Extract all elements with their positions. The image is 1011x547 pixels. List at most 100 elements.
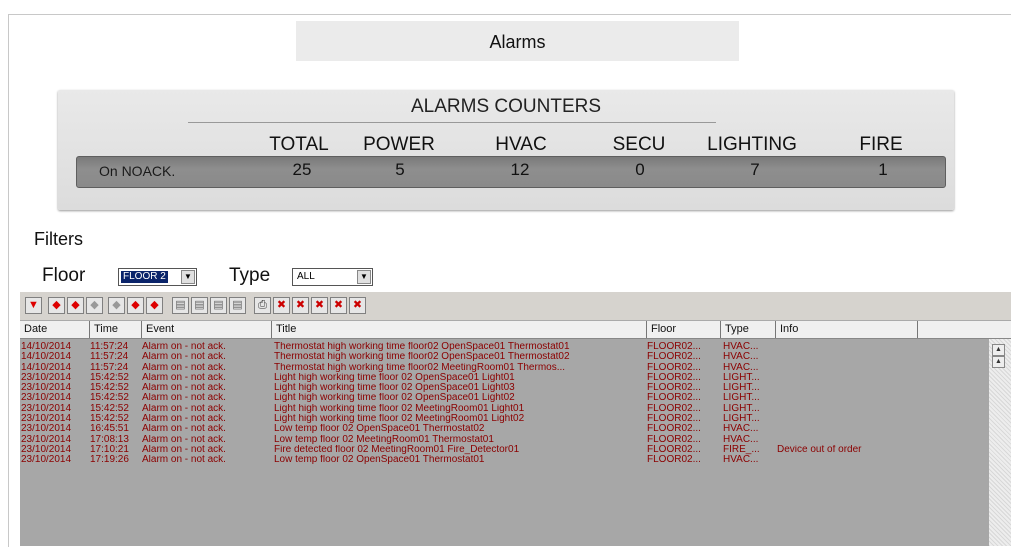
table-row[interactable]: 23/10/2014 17:08:13 Alarm on - not ack. Low… bbox=[20, 435, 990, 445]
cell-type: HVAC... bbox=[723, 352, 759, 363]
cell-time: 17:19:26 bbox=[90, 455, 129, 466]
cell-time: 11:57:24 bbox=[90, 352, 129, 363]
cell-time: 15:42:52 bbox=[90, 372, 129, 383]
cell-type: LIGHT... bbox=[723, 403, 760, 414]
cell-time: 15:42:52 bbox=[90, 393, 129, 404]
type-select[interactable]: ALL ▼ bbox=[292, 268, 373, 286]
cell-event: Alarm on - not ack. bbox=[142, 362, 226, 373]
cell-floor: FLOOR02... bbox=[647, 414, 701, 425]
cell-time: 15:42:52 bbox=[90, 403, 129, 414]
cell-title: Low temp floor 02 MeetingRoom01 Thermost… bbox=[274, 434, 494, 445]
alarm-info-icon[interactable]: ◆ bbox=[108, 297, 125, 314]
alarm-notify-icon[interactable]: ◆ bbox=[127, 297, 144, 314]
cell-time: 11:57:24 bbox=[90, 342, 129, 352]
cell-event: Alarm on - not ack. bbox=[142, 383, 226, 394]
header-type[interactable]: Type bbox=[721, 321, 776, 338]
cell-time: 17:10:21 bbox=[90, 444, 129, 455]
cell-date: 14/10/2014 bbox=[21, 342, 72, 352]
alarm-clear-icon[interactable]: ◆ bbox=[86, 297, 103, 314]
col-lighting: LIGHTING bbox=[707, 134, 797, 155]
cell-date: 23/10/2014 bbox=[21, 444, 72, 455]
chart-icon[interactable]: ▤ bbox=[172, 297, 189, 314]
scroll-up-icon[interactable]: ▲ bbox=[992, 344, 1005, 356]
close-selected-icon[interactable]: ✖ bbox=[311, 297, 328, 314]
table-row[interactable]: 23/10/2014 15:42:52 Alarm on - not ack. Lig… bbox=[20, 383, 990, 393]
count-hvac: 12 bbox=[510, 160, 530, 179]
col-secu: SECU bbox=[612, 134, 666, 155]
table-row[interactable]: 23/10/2014 15:42:52 Alarm on - not ack. Lig… bbox=[20, 373, 990, 383]
chart-add-icon[interactable]: ▤ bbox=[191, 297, 208, 314]
header-date[interactable]: Date bbox=[20, 321, 90, 338]
cell-type: HVAC... bbox=[723, 362, 759, 373]
chart-export-icon[interactable]: ▤ bbox=[229, 297, 246, 314]
table-row[interactable]: 23/10/2014 15:42:52 Alarm on - not ack. Lig… bbox=[20, 393, 990, 403]
close-icon[interactable]: ✖ bbox=[349, 297, 366, 314]
cell-title: Thermostat high working time floor02 Mee… bbox=[274, 362, 566, 373]
table-row[interactable]: 14/10/2014 11:57:24 Alarm on - not ack. The… bbox=[20, 342, 990, 352]
cell-time: 17:08:13 bbox=[90, 434, 129, 445]
table-row[interactable]: 23/10/2014 16:45:51 Alarm on - not ack. Low… bbox=[20, 424, 990, 434]
count-secu: 0 bbox=[635, 160, 645, 179]
chevron-down-icon[interactable]: ▼ bbox=[357, 270, 371, 284]
chart-remove-icon[interactable]: ▤ bbox=[210, 297, 227, 314]
header-floor[interactable]: Floor bbox=[647, 321, 721, 338]
col-fire: FIRE bbox=[859, 134, 903, 155]
cell-floor: FLOOR02... bbox=[647, 424, 701, 435]
delete-selected-icon[interactable]: ✖ bbox=[273, 297, 290, 314]
chevron-down-icon[interactable]: ▼ bbox=[181, 270, 195, 284]
cell-date: 23/10/2014 bbox=[21, 434, 72, 445]
alarms-counters-panel: ALARMS COUNTERS TOTAL POWER HVAC SECU LI… bbox=[58, 90, 954, 210]
table-row[interactable]: 14/10/2014 11:57:24 Alarm on - not ack. The… bbox=[20, 363, 990, 373]
alarm-history-icon[interactable]: ◆ bbox=[146, 297, 163, 314]
cell-time: 11:57:24 bbox=[90, 362, 129, 373]
delete-all-icon[interactable]: ✖ bbox=[292, 297, 309, 314]
cell-event: Alarm on - not ack. bbox=[142, 342, 226, 352]
alarm-bell-icon[interactable]: ◆ bbox=[48, 297, 65, 314]
print-icon[interactable]: ⎙ bbox=[254, 297, 271, 314]
table-row[interactable]: 14/10/2014 11:57:24 Alarm on - not ack. The… bbox=[20, 352, 990, 362]
cell-type: HVAC... bbox=[723, 342, 759, 352]
count-power: 5 bbox=[395, 160, 405, 179]
floor-select-value: FLOOR 2 bbox=[121, 271, 168, 283]
filters-label: Filters bbox=[34, 229, 83, 249]
cell-date: 23/10/2014 bbox=[21, 403, 72, 414]
cell-floor: FLOOR02... bbox=[647, 372, 701, 383]
count-lighting: 7 bbox=[750, 160, 760, 179]
cell-floor: FLOOR02... bbox=[647, 342, 701, 352]
header-info[interactable]: Info bbox=[776, 321, 918, 338]
type-label: Type bbox=[229, 265, 271, 286]
table-row[interactable]: 23/10/2014 17:19:26 Alarm on - not ack. Low… bbox=[20, 455, 990, 465]
alarms-toolbar: ▼ ◆ ◆ ◆ ◆ ◆ ◆ ▤ ▤ ▤ ▤ ⎙ ✖ ✖ ✖ ✖ ✖ bbox=[20, 292, 1011, 321]
alarm-ack-icon[interactable]: ◆ bbox=[67, 297, 84, 314]
cell-date: 23/10/2014 bbox=[21, 372, 72, 383]
close-all-icon[interactable]: ✖ bbox=[330, 297, 347, 314]
filter-dropdown-icon[interactable]: ▼ bbox=[25, 297, 42, 314]
cell-event: Alarm on - not ack. bbox=[142, 403, 226, 414]
table-row[interactable]: 23/10/2014 17:10:21 Alarm on - not ack. Fir… bbox=[20, 445, 990, 455]
type-select-value: ALL bbox=[297, 271, 315, 282]
count-fire: 1 bbox=[878, 160, 888, 179]
table-body: 14/10/2014 11:57:24 Alarm on - not ack. The… bbox=[20, 342, 990, 466]
floor-select[interactable]: FLOOR 2 ▼ bbox=[118, 268, 197, 286]
cell-floor: FLOOR02... bbox=[647, 352, 701, 363]
header-time[interactable]: Time bbox=[90, 321, 142, 338]
cell-event: Alarm on - not ack. bbox=[142, 434, 226, 445]
header-event[interactable]: Event bbox=[142, 321, 272, 338]
header-title[interactable]: Title bbox=[272, 321, 647, 338]
table-row[interactable]: 23/10/2014 15:42:52 Alarm on - not ack. Lig… bbox=[20, 414, 990, 424]
table-row[interactable]: 23/10/2014 15:42:52 Alarm on - not ack. Lig… bbox=[20, 404, 990, 414]
scroll-down-icon[interactable]: ▲ bbox=[992, 356, 1005, 368]
cell-event: Alarm on - not ack. bbox=[142, 455, 226, 466]
cell-title: Light high working time floor 02 Meeting… bbox=[274, 414, 525, 425]
col-hvac: HVAC bbox=[495, 134, 547, 155]
cell-title: Light high working time floor 02 OpenSpa… bbox=[274, 393, 515, 404]
cell-title: Low temp floor 02 OpenSpace01 Thermostat… bbox=[274, 455, 485, 466]
vertical-scrollbar[interactable]: ▲ ▲ bbox=[989, 339, 1011, 546]
cell-title: Fire detected floor 02 MeetingRoom01 Fir… bbox=[274, 444, 520, 455]
cell-title: Light high working time floor 02 OpenSpa… bbox=[274, 383, 515, 394]
cell-floor: FLOOR02... bbox=[647, 455, 701, 466]
cell-title: Light high working time floor 02 Meeting… bbox=[274, 403, 525, 414]
cell-title: Light high working time floor 02 OpenSpa… bbox=[274, 372, 515, 383]
cell-date: 23/10/2014 bbox=[21, 383, 72, 394]
col-total: TOTAL bbox=[269, 134, 329, 155]
